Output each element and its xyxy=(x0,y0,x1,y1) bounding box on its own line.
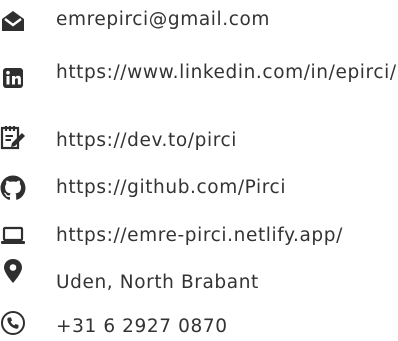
dev-to-icon xyxy=(0,125,26,151)
website-text: https://emre-pirci.netlify.app/ xyxy=(56,225,343,246)
linkedin-text: https://www.linkedin.com/in/epirci/ xyxy=(56,62,397,83)
phone-text: +31 6 2927 0870 xyxy=(56,316,228,337)
location-pin-icon xyxy=(2,258,24,284)
devto-text: https://dev.to/pirci xyxy=(56,130,238,151)
phone-icon xyxy=(0,310,26,336)
github-text: https://github.com/Pirci xyxy=(56,177,287,198)
linkedin-icon xyxy=(2,67,24,89)
contact-list: emrepirci@gmail.com https://www.linkedin… xyxy=(0,0,398,337)
email-icon xyxy=(0,8,26,34)
laptop-icon xyxy=(0,222,26,248)
location-text: Uden, North Brabant xyxy=(56,272,259,293)
email-text: emrepirci@gmail.com xyxy=(56,9,271,30)
github-icon xyxy=(0,175,26,201)
